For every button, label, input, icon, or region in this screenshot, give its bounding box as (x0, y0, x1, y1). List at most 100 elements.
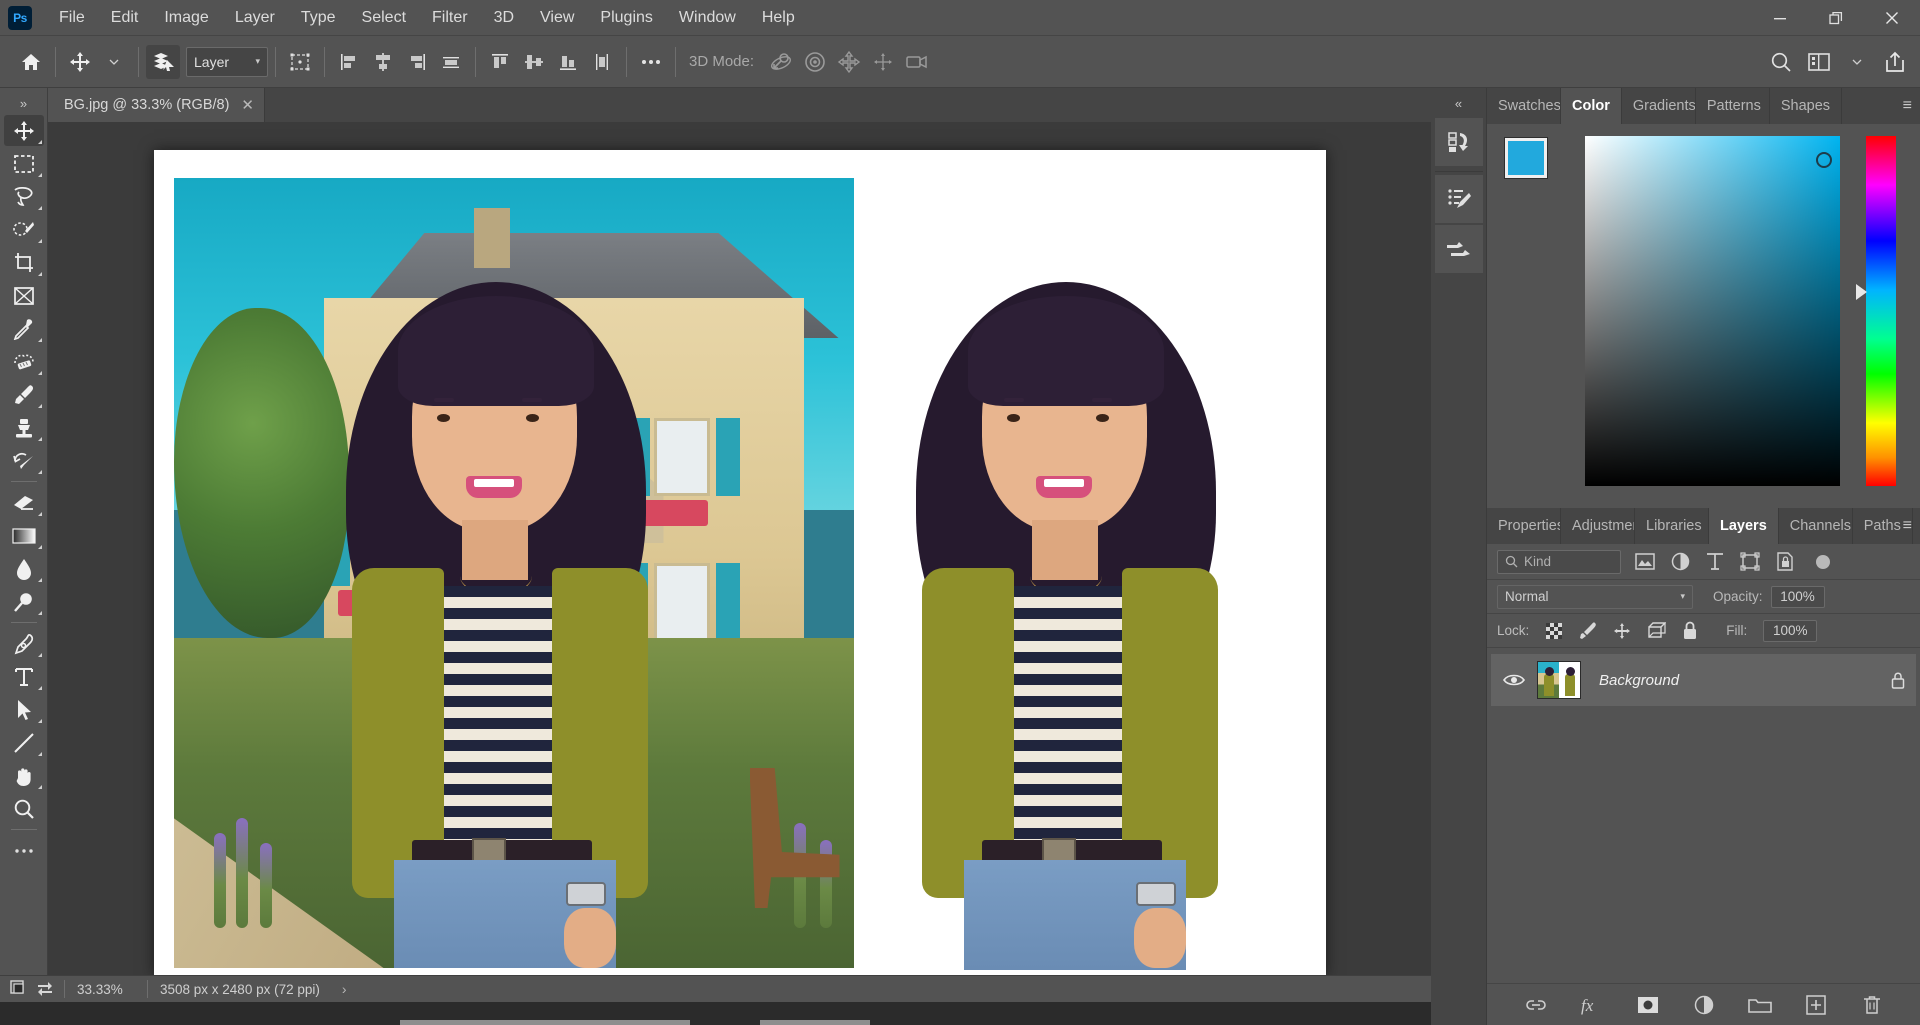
align-vertical-centers-icon[interactable] (517, 45, 551, 79)
close-icon[interactable]: ✕ (241, 96, 254, 114)
crop-tool[interactable] (4, 247, 44, 278)
line-tool[interactable] (4, 727, 44, 758)
align-right-edges-icon[interactable] (400, 45, 434, 79)
filter-kind-dropdown[interactable]: Kind (1497, 549, 1621, 574)
show-transform-controls-icon[interactable] (283, 45, 317, 79)
frame-tool[interactable] (4, 280, 44, 311)
hue-spectrum[interactable] (1866, 136, 1896, 486)
3d-camera-icon[interactable] (900, 45, 934, 79)
filter-shape-icon[interactable] (1740, 552, 1760, 571)
distribute-vertical-icon[interactable] (585, 45, 619, 79)
history-brush-tool[interactable] (4, 445, 44, 476)
layer-thumbnail[interactable] (1537, 661, 1581, 699)
type-tool[interactable] (4, 661, 44, 692)
new-layer-icon[interactable] (1803, 992, 1829, 1018)
taskbar-item[interactable] (760, 1020, 870, 1025)
close-button[interactable] (1864, 0, 1920, 36)
align-top-edges-icon[interactable] (483, 45, 517, 79)
menu-layer[interactable]: Layer (222, 0, 288, 36)
pen-tool[interactable] (4, 628, 44, 659)
delete-layer-icon[interactable] (1859, 992, 1885, 1018)
spot-healing-brush-tool[interactable] (4, 346, 44, 377)
tab-shapes[interactable]: Shapes (1769, 88, 1843, 124)
filter-adjustment-icon[interactable] (1671, 552, 1690, 571)
lock-image-icon[interactable] (1579, 621, 1597, 640)
canvas-area[interactable] (48, 122, 1431, 992)
workspace-chevron-down-icon[interactable] (1840, 45, 1874, 79)
link-layers-icon[interactable] (1523, 992, 1549, 1018)
menu-edit[interactable]: Edit (98, 0, 152, 36)
foreground-color-swatch[interactable] (1504, 137, 1548, 179)
opacity-value[interactable]: 100% (1770, 585, 1825, 608)
maximize-button[interactable] (1808, 0, 1864, 36)
eyedropper-tool[interactable] (4, 313, 44, 344)
3d-rotate-icon[interactable] (764, 45, 798, 79)
menu-plugins[interactable]: Plugins (587, 0, 665, 36)
toolbar-collapse-button[interactable]: » (0, 92, 47, 114)
menu-3d[interactable]: 3D (481, 0, 527, 36)
status-expand-icon[interactable]: › (332, 981, 347, 997)
lock-transparency-icon[interactable] (1545, 622, 1563, 640)
tab-color[interactable]: Color (1561, 88, 1622, 124)
zoom-tool[interactable] (4, 793, 44, 824)
more-options-button[interactable] (634, 45, 668, 79)
tab-adjustments[interactable]: Adjustments (1561, 508, 1635, 544)
adjustment-layer-icon[interactable] (1691, 992, 1717, 1018)
hue-slider-marker[interactable] (1856, 284, 1867, 300)
menu-filter[interactable]: Filter (419, 0, 481, 36)
move-tool[interactable] (3, 115, 44, 146)
tab-patterns[interactable]: Patterns (1695, 88, 1770, 124)
zoom-level[interactable]: 33.33% (65, 982, 147, 997)
edit-toolbar-button[interactable] (4, 835, 44, 866)
brushes-icon[interactable] (1434, 225, 1483, 273)
new-group-icon[interactable] (1747, 992, 1773, 1018)
brush-tool[interactable] (4, 379, 44, 410)
home-icon[interactable] (14, 45, 48, 79)
table-row[interactable]: Background (1491, 654, 1916, 706)
filter-smart-object-icon[interactable] (1776, 552, 1794, 571)
document-canvas[interactable] (153, 150, 1326, 976)
menu-window[interactable]: Window (666, 0, 749, 36)
layer-mask-icon[interactable] (1635, 992, 1661, 1018)
saturation-value-picker[interactable] (1585, 136, 1840, 486)
filter-type-icon[interactable] (1706, 552, 1724, 571)
3d-pan-icon[interactable] (832, 45, 866, 79)
hand-tool[interactable] (4, 760, 44, 791)
auto-select-dropdown[interactable]: Layer ▾ (186, 46, 268, 77)
tab-channels[interactable]: Channels (1778, 508, 1853, 544)
blend-mode-dropdown[interactable]: Normal ▾ (1497, 584, 1693, 609)
auto-select-layers-icon[interactable] (146, 44, 180, 79)
history-icon[interactable] (1434, 118, 1483, 166)
lock-position-icon[interactable] (1613, 622, 1631, 640)
align-horizontal-centers-icon[interactable] (366, 45, 400, 79)
share-icon[interactable] (1878, 45, 1912, 79)
tab-layers[interactable]: Layers (1709, 508, 1779, 544)
tab-gradients[interactable]: Gradients (1621, 88, 1696, 124)
move-tool-preset-caret[interactable] (97, 45, 131, 79)
3d-roll-icon[interactable] (798, 45, 832, 79)
lock-all-icon[interactable] (1682, 621, 1698, 640)
color-panel-menu-icon[interactable]: ≡ (1903, 88, 1912, 124)
3d-slide-icon[interactable] (866, 45, 900, 79)
layers-panel-menu-icon[interactable]: ≡ (1903, 508, 1912, 544)
move-tool-icon[interactable] (63, 45, 97, 79)
align-bottom-edges-icon[interactable] (551, 45, 585, 79)
tab-properties[interactable]: Properties (1487, 508, 1561, 544)
align-distribute-horizontal-icon[interactable] (434, 45, 468, 79)
picker-cursor[interactable] (1816, 152, 1832, 168)
lock-artboard-icon[interactable] (1647, 621, 1667, 640)
layer-style-fx-icon[interactable]: fx (1579, 992, 1605, 1018)
workspace-icon[interactable] (1802, 45, 1836, 79)
tab-swatches[interactable]: Swatches (1487, 88, 1561, 124)
menu-file[interactable]: File (46, 0, 98, 36)
menu-select[interactable]: Select (349, 0, 419, 36)
document-tab[interactable]: BG.jpg @ 33.3% (RGB/8) ✕ (48, 88, 265, 122)
menu-help[interactable]: Help (749, 0, 808, 36)
minimize-button[interactable] (1752, 0, 1808, 36)
filter-pixel-icon[interactable] (1635, 553, 1655, 570)
taskbar-item[interactable] (400, 1020, 690, 1025)
hue-slider[interactable] (1856, 136, 1902, 486)
path-selection-tool[interactable] (4, 694, 44, 725)
rectangular-marquee-tool[interactable] (4, 148, 44, 179)
screen-mode-icon[interactable] (10, 980, 28, 998)
